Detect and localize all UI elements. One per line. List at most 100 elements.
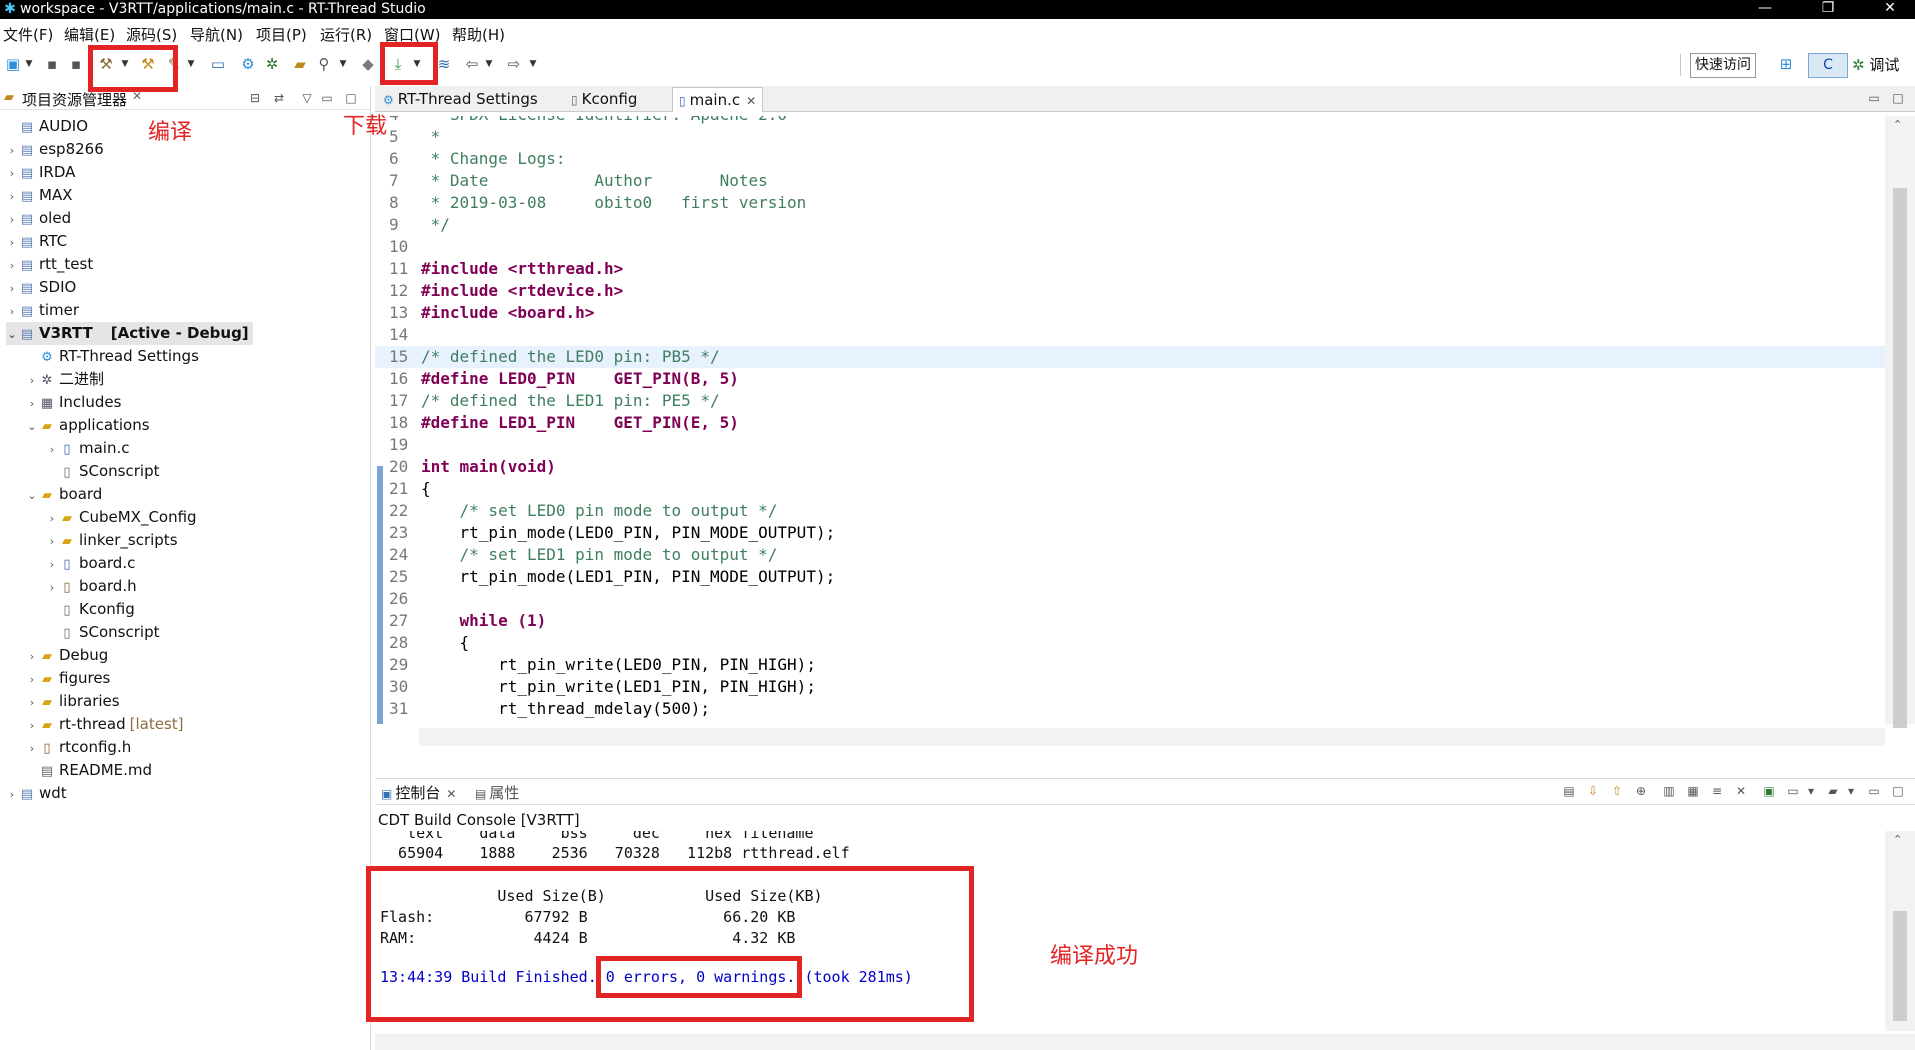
code-line[interactable]: 22 /* set LED0 pin mode to output */ bbox=[375, 500, 1885, 522]
code-line[interactable]: 7 * Date Author Notes bbox=[375, 170, 1885, 192]
expand-chevron-icon[interactable]: › bbox=[26, 737, 38, 760]
collapse-all-icon[interactable]: ⊟ bbox=[246, 89, 264, 107]
menu-navigate[interactable]: 导航(N) bbox=[190, 24, 243, 45]
display-console-dropdown-icon[interactable]: ▾ bbox=[1802, 782, 1820, 800]
new-icon[interactable]: ▣ bbox=[3, 54, 23, 74]
close-tab-icon[interactable]: ✕ bbox=[746, 94, 756, 108]
code-line[interactable]: 27 while (1) bbox=[375, 610, 1885, 632]
maximize-view-icon[interactable]: □ bbox=[342, 89, 360, 107]
forward-arrow-icon[interactable]: ⇨ bbox=[504, 54, 524, 74]
code-line[interactable]: 12 #include <rtdevice.h> bbox=[375, 280, 1885, 302]
tree-item-oled[interactable]: › ▤ oled bbox=[6, 207, 71, 230]
tree-item-readme[interactable]: ▤ README.md bbox=[26, 759, 152, 782]
code-line[interactable]: 29 rt_pin_write(LED0_PIN, PIN_HIGH); bbox=[375, 654, 1885, 676]
code-line[interactable]: 6 * Change Logs: bbox=[375, 148, 1885, 170]
expand-chevron-icon[interactable]: › bbox=[6, 231, 18, 254]
save-all-icon[interactable]: ▪ bbox=[66, 54, 86, 74]
minimize-button[interactable]: — bbox=[1745, 0, 1785, 19]
expand-chevron-icon[interactable]: › bbox=[46, 576, 58, 599]
expand-chevron-icon[interactable]: › bbox=[26, 645, 38, 668]
debug-bug-icon[interactable]: ✲ bbox=[262, 54, 282, 74]
tree-item-sconscript[interactable]: ▯ SConscript bbox=[46, 460, 159, 483]
console-horizontal-scrollbar[interactable] bbox=[375, 1034, 1915, 1050]
scroll-up-icon[interactable]: ⌃ bbox=[1893, 118, 1902, 131]
tree-item-board-h[interactable]: › ▯ board.h bbox=[46, 575, 137, 598]
tree-item-v3rtt[interactable]: ⌄ ▤ V3RTT [Active - Debug] bbox=[6, 322, 253, 345]
tree-item-board[interactable]: ⌄ ▰ board bbox=[26, 483, 102, 506]
expand-chevron-icon[interactable]: › bbox=[6, 254, 18, 277]
code-line[interactable]: 11 #include <rtthread.h> bbox=[375, 258, 1885, 280]
code-line[interactable]: 5 * bbox=[375, 126, 1885, 148]
code-line[interactable]: 10 bbox=[375, 236, 1885, 258]
tree-item-timer[interactable]: › ▤ timer bbox=[6, 299, 79, 322]
code-line[interactable]: 20 int main(void) bbox=[375, 456, 1885, 478]
save-icon[interactable]: ▪ bbox=[42, 54, 62, 74]
code-line[interactable]: 15 /* defined the LED0 pin: PB5 */ bbox=[375, 346, 1885, 368]
minimize-editor-icon[interactable]: ▭ bbox=[1865, 89, 1883, 107]
tree-item-rt-thread[interactable]: › ▰ rt-thread [latest] bbox=[26, 713, 184, 736]
c-perspective-button[interactable]: C bbox=[1808, 53, 1848, 78]
tree-item-max[interactable]: › ▤ MAX bbox=[6, 184, 73, 207]
tree-item-applications[interactable]: ⌄ ▰ applications bbox=[26, 414, 149, 438]
editor-horizontal-scrollbar[interactable] bbox=[419, 728, 1885, 746]
tree-item-irda[interactable]: › ▤ IRDA bbox=[6, 161, 76, 184]
tree-item-binaries[interactable]: › ✲ 二进制 bbox=[26, 368, 104, 391]
code-line[interactable]: 16 #define LED0_PIN GET_PIN(B, 5) bbox=[375, 368, 1885, 390]
minimize-console-icon[interactable]: ▭ bbox=[1865, 782, 1883, 800]
scrollbar-thumb[interactable] bbox=[1893, 188, 1907, 728]
menu-project[interactable]: 项目(P) bbox=[256, 24, 307, 45]
clear-console-icon[interactable]: ▤ bbox=[1560, 782, 1578, 800]
code-line[interactable]: 24 /* set LED1 pin mode to output */ bbox=[375, 544, 1885, 566]
expand-chevron-icon[interactable]: › bbox=[26, 691, 38, 714]
expand-chevron-icon[interactable]: › bbox=[26, 369, 38, 392]
scroll-up-icon[interactable]: ⌃ bbox=[1893, 833, 1902, 846]
open-folder-icon[interactable]: ▰ bbox=[290, 54, 310, 74]
close-window-button[interactable]: ✕ bbox=[1870, 0, 1910, 19]
expand-chevron-icon[interactable]: › bbox=[6, 300, 18, 323]
remove-icon[interactable]: ✕ bbox=[1732, 782, 1750, 800]
expand-chevron-icon[interactable]: › bbox=[26, 392, 38, 415]
search-icon[interactable]: ⚲ bbox=[314, 54, 334, 74]
code-line[interactable]: 25 rt_pin_mode(LED1_PIN, PIN_MODE_OUTPUT… bbox=[375, 566, 1885, 588]
menu-run[interactable]: 运行(R) bbox=[320, 24, 372, 45]
open-perspective-icon[interactable]: ⊞ bbox=[1776, 54, 1796, 74]
menu-edit[interactable]: 编辑(E) bbox=[64, 24, 115, 45]
code-line[interactable]: 23 rt_pin_mode(LED0_PIN, PIN_MODE_OUTPUT… bbox=[375, 522, 1885, 544]
previous-error-icon[interactable]: ⇧ bbox=[1608, 782, 1626, 800]
code-line[interactable]: 28 { bbox=[375, 632, 1885, 654]
collapse-chevron-icon[interactable]: ⌄ bbox=[26, 415, 38, 438]
back-arrow-icon[interactable]: ⇦ bbox=[462, 54, 482, 74]
code-line[interactable]: 4 * SPDX-License-Identifier: Apache-2.0 bbox=[375, 116, 1885, 126]
code-line[interactable]: 8 * 2019-03-08 obito0 first version bbox=[375, 192, 1885, 214]
next-error-icon[interactable]: ⇩ bbox=[1584, 782, 1602, 800]
word-wrap-icon[interactable]: ≡ bbox=[1708, 782, 1726, 800]
tab-main-c[interactable]: ▯ main.c ✕ bbox=[672, 87, 764, 112]
tree-item-figures[interactable]: › ▰ figures bbox=[26, 667, 111, 691]
new-console-dropdown-icon[interactable]: ▾ bbox=[1842, 782, 1860, 800]
display-console-icon[interactable]: ▭ bbox=[1784, 782, 1802, 800]
tree-item-linker-scripts[interactable]: › ▰ linker_scripts bbox=[46, 529, 178, 552]
new-dropdown-icon[interactable]: ▼ bbox=[24, 54, 34, 74]
tab-kconfig[interactable]: ▯ Kconfig bbox=[565, 87, 643, 112]
tab-properties[interactable]: ▤ 属性 bbox=[475, 782, 519, 803]
tree-item-libraries[interactable]: › ▰ libraries bbox=[26, 690, 120, 713]
tree-item-includes[interactable]: › ▦ Includes bbox=[26, 391, 122, 415]
copy-icon[interactable]: ▥ bbox=[1660, 782, 1678, 800]
expand-chevron-icon[interactable]: › bbox=[46, 530, 58, 553]
tree-item-wdt[interactable]: › ▤ wdt bbox=[6, 782, 67, 805]
collapse-chevron-icon[interactable]: ⌄ bbox=[6, 323, 18, 346]
expand-chevron-icon[interactable]: › bbox=[26, 714, 38, 737]
menu-help[interactable]: 帮助(H) bbox=[452, 24, 505, 45]
menu-source[interactable]: 源码(S) bbox=[126, 24, 177, 45]
tree-item-cubemx-config[interactable]: › ▰ CubeMX_Config bbox=[46, 506, 197, 529]
back-dropdown-icon[interactable]: ▼ bbox=[484, 54, 494, 74]
tree-item-debug[interactable]: › ▰ Debug bbox=[26, 644, 109, 668]
tab-rt-thread-settings[interactable]: ⚙ RT-Thread Settings bbox=[377, 87, 544, 112]
maximize-console-icon[interactable]: □ bbox=[1889, 782, 1907, 800]
expand-chevron-icon[interactable]: › bbox=[6, 783, 18, 806]
link-editor-icon[interactable]: ⇄ bbox=[270, 89, 288, 107]
tree-item-sconscript-board[interactable]: ▯ SConscript bbox=[46, 621, 159, 644]
code-line[interactable]: 31 rt_thread_mdelay(500); bbox=[375, 698, 1885, 720]
maximize-editor-icon[interactable]: □ bbox=[1889, 89, 1907, 107]
expand-chevron-icon[interactable]: › bbox=[26, 668, 38, 691]
